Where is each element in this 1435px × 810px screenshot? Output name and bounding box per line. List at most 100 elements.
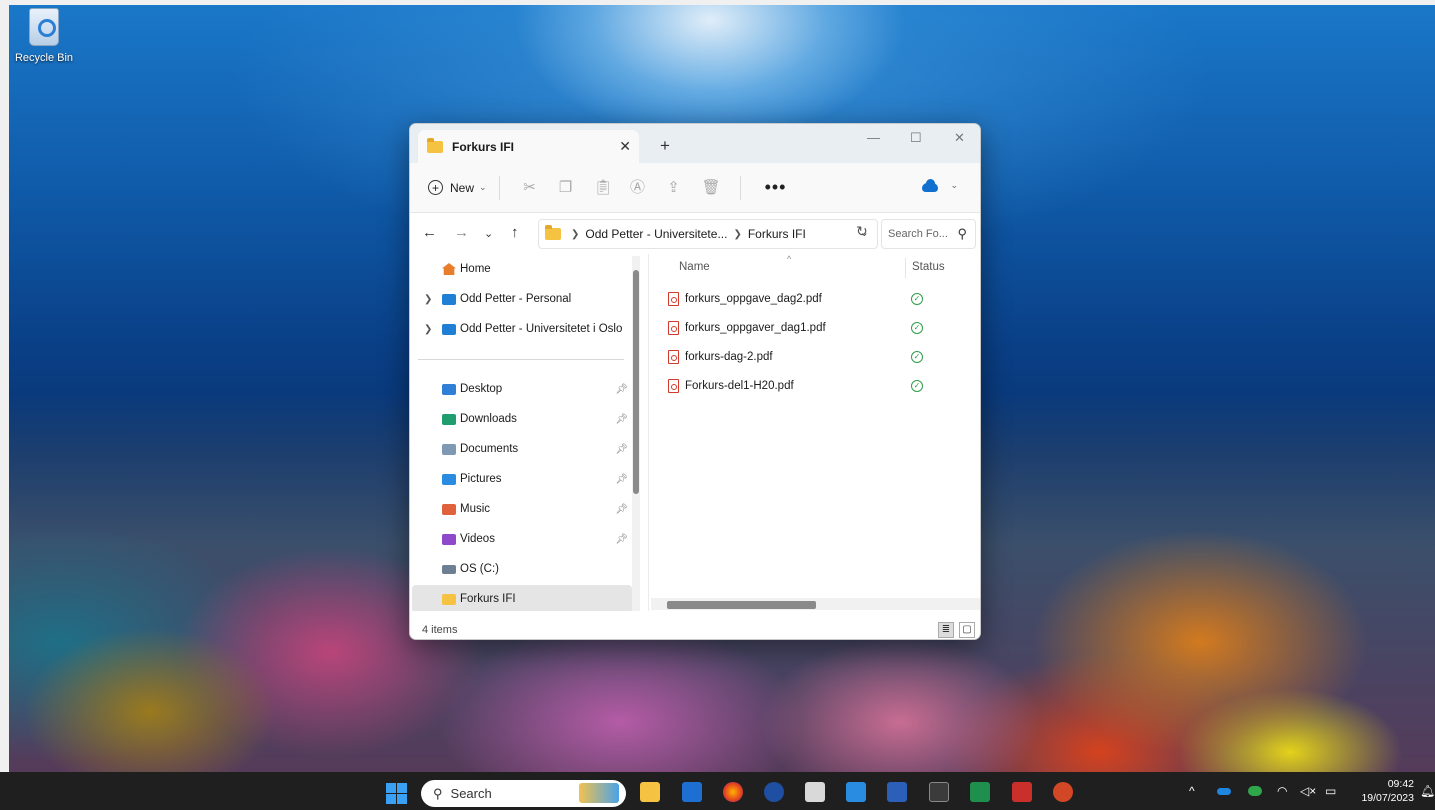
close-tab-icon[interactable]: ✕ <box>619 138 631 155</box>
close-window-icon[interactable]: ✕ <box>954 130 965 146</box>
recent-locations-chevron-icon[interactable]: ⌄ <box>484 227 493 240</box>
sidebar-item-downloads[interactable]: Downloads 📌︎ <box>412 405 632 433</box>
file-explorer-taskbar-icon[interactable] <box>640 782 660 802</box>
sync-status-available-icon: ✓ <box>911 293 923 305</box>
share-icon[interactable]: ⇪ <box>666 179 682 196</box>
pin-icon[interactable]: 📌︎ <box>615 384 628 395</box>
wifi-icon[interactable]: ◠ <box>1277 784 1287 798</box>
pin-icon[interactable]: 📌︎ <box>615 534 628 545</box>
onedrive-cloud-icon[interactable] <box>922 179 938 192</box>
refresh-icon[interactable]: ↻ <box>856 223 868 240</box>
sidebar-item-label: Documents <box>460 443 519 455</box>
sidebar-item-documents[interactable]: Documents 📌︎ <box>412 435 632 463</box>
sidebar-item-odd-petter-uio[interactable]: ❯ Odd Petter - Universitetet i Oslo <box>412 315 632 343</box>
sidebar-item-pictures[interactable]: Pictures 📌︎ <box>412 465 632 493</box>
acrobat-taskbar-icon[interactable] <box>1012 782 1032 802</box>
pin-icon[interactable]: 📌︎ <box>615 504 628 515</box>
sidebar-item-music[interactable]: Music 📌︎ <box>412 495 632 523</box>
maximize-icon[interactable]: ☐ <box>910 130 922 146</box>
new-tab-button[interactable]: + <box>660 136 670 156</box>
cut-icon[interactable]: ✂ <box>522 179 538 196</box>
onedrive-tray-icon[interactable] <box>1217 788 1231 795</box>
column-header-name[interactable]: Name <box>679 261 710 273</box>
folder-icon <box>427 137 443 153</box>
search-input[interactable]: Search Fo... ⚲ <box>881 219 976 249</box>
word-taskbar-icon[interactable] <box>887 782 907 802</box>
expand-chevron-icon[interactable]: ❯ <box>424 294 432 305</box>
terminal-taskbar-icon[interactable] <box>929 782 949 802</box>
horizontal-scrollbar[interactable] <box>651 598 980 610</box>
sidebar-item-home[interactable]: Home <box>412 255 632 283</box>
column-divider[interactable] <box>905 258 906 278</box>
column-header-status[interactable]: Status <box>912 261 945 273</box>
breadcrumb-forkurs-ifi[interactable]: Forkurs IFI <box>748 227 806 241</box>
file-name: forkurs_oppgave_dag2.pdf <box>685 293 822 305</box>
up-arrow-icon[interactable]: ↑ <box>511 224 519 241</box>
breadcrumb-separator-icon: ❯ <box>571 228 580 240</box>
powerpoint-taskbar-icon[interactable] <box>1053 782 1073 802</box>
downloads-folder-icon <box>442 413 456 425</box>
battery-icon[interactable]: ▭ <box>1325 784 1336 798</box>
sidebar-item-forkurs-ifi[interactable]: Forkurs IFI <box>412 585 632 611</box>
file-row[interactable]: forkurs-dag-2.pdf ✓ <box>668 346 968 368</box>
back-arrow-icon[interactable]: ← <box>422 224 437 241</box>
pin-icon[interactable]: 📌︎ <box>615 444 628 455</box>
expand-chevron-icon[interactable]: ❯ <box>424 324 432 335</box>
scrollbar-thumb[interactable] <box>633 270 639 494</box>
pdf-file-icon <box>668 379 679 393</box>
more-options-button[interactable]: ••• <box>765 177 787 198</box>
sidebar-item-desktop[interactable]: Desktop 📌︎ <box>412 375 632 403</box>
scrollbar-thumb[interactable] <box>667 601 816 609</box>
new-button-label: New <box>450 180 475 195</box>
folder-icon <box>442 593 456 605</box>
vscode-taskbar-icon[interactable] <box>846 782 866 802</box>
sidebar-item-label: Pictures <box>460 473 502 485</box>
tab-forkurs-ifi[interactable]: Forkurs IFI ✕ <box>418 130 639 163</box>
address-bar[interactable]: ❯ Odd Petter - Universitete... ❯ Forkurs… <box>538 219 878 249</box>
toolbar-divider <box>739 175 741 200</box>
screen-border-top <box>0 0 1435 5</box>
pdf-file-icon <box>668 292 679 306</box>
minimize-icon[interactable]: — <box>867 130 880 145</box>
file-row[interactable]: Forkurs-del1-H20.pdf ✓ <box>668 375 968 397</box>
taskbar-clock[interactable]: 09:42 19/07/2023 <box>1352 777 1414 805</box>
file-row[interactable]: forkurs_oppgaver_dag1.pdf ✓ <box>668 317 968 339</box>
outlook-taskbar-icon[interactable] <box>682 782 702 802</box>
delete-icon[interactable]: 🗑︎ <box>702 179 721 196</box>
snipping-tool-taskbar-icon[interactable] <box>805 782 825 802</box>
navigation-pane: Home ❯ Odd Petter - Personal ❯ Odd Pette… <box>410 254 648 611</box>
volume-muted-icon[interactable]: ◁× <box>1300 784 1316 798</box>
paste-icon[interactable]: 📋︎ <box>594 179 613 196</box>
sidebar-item-videos[interactable]: Videos 📌︎ <box>412 525 632 553</box>
breadcrumb-odd-petter-universitetet[interactable]: Odd Petter - Universitete... <box>585 227 727 241</box>
chevron-down-icon: ⌄ <box>479 182 487 192</box>
details-view-icon[interactable]: ≣ <box>938 622 954 638</box>
sidebar-item-os-drive[interactable]: OS (C:) <box>412 555 632 583</box>
start-button[interactable] <box>386 783 407 804</box>
forward-arrow-icon[interactable]: → <box>454 224 469 241</box>
breadcrumb-separator-icon: ❯ <box>733 228 742 240</box>
sidebar-item-odd-petter-personal[interactable]: ❯ Odd Petter - Personal <box>412 285 632 313</box>
desktop-icon-recycle-bin[interactable]: Recycle Bin <box>12 8 76 64</box>
nav-scrollbar[interactable] <box>632 256 640 611</box>
taskbar-search-box[interactable]: ⚲ Search <box>421 780 626 807</box>
copy-icon[interactable]: ❐ <box>558 179 574 196</box>
file-row[interactable]: forkurs_oppgave_dag2.pdf ✓ <box>668 288 968 310</box>
excel-taskbar-icon[interactable] <box>970 782 990 802</box>
command-bar: + New ⌄ ✂ ❐ 📋︎ Ⓐ ⇪ 🗑︎ ••• ⌄ <box>410 163 980 213</box>
pin-icon[interactable]: 📌︎ <box>615 474 628 485</box>
show-hidden-icons-chevron-icon[interactable]: ^ <box>1189 784 1195 798</box>
app-taskbar-icon[interactable] <box>764 782 784 802</box>
rename-icon[interactable]: Ⓐ <box>630 179 646 196</box>
chevron-down-icon[interactable]: ⌄ <box>950 180 958 191</box>
tray-app-icon[interactable] <box>1248 786 1262 796</box>
large-icons-view-icon[interactable]: ▢ <box>959 622 975 638</box>
pdf-file-icon <box>668 321 679 335</box>
search-icon: ⚲ <box>433 785 443 801</box>
desktop-icon-label: Recycle Bin <box>14 52 74 64</box>
notification-bell-icon[interactable]: 🔔︎ <box>1420 784 1435 798</box>
firefox-taskbar-icon[interactable] <box>723 782 743 802</box>
new-button[interactable]: + New ⌄ <box>428 180 487 195</box>
search-highlight-icon <box>579 783 619 803</box>
pin-icon[interactable]: 📌︎ <box>615 414 628 425</box>
